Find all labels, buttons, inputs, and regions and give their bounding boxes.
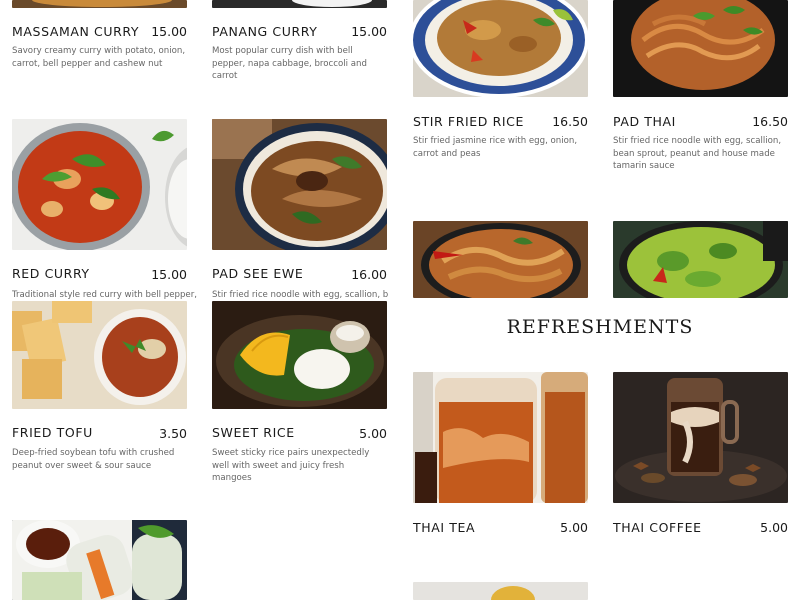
refreshment-photo[interactable] [413, 582, 588, 600]
thai-tea-name: THAI TEA [413, 520, 476, 535]
fried-tofu-price: 3.50 [159, 426, 187, 441]
red-curry-photo[interactable] [12, 119, 187, 250]
panang-curry-photo[interactable] [212, 0, 387, 8]
sweet-rice-price: 5.00 [359, 426, 387, 441]
red-curry-name: RED CURRY [12, 266, 90, 281]
stir-fried-rice-price: 16.50 [552, 114, 588, 129]
thai-coffee-price: 5.00 [760, 520, 788, 535]
pad-thai-name: PAD THAI [613, 114, 676, 129]
massaman-curry-photo[interactable] [12, 0, 187, 8]
fried-tofu-desc: Deep-fried soybean tofu with crushed pea… [12, 448, 175, 471]
red-curry-price: 15.00 [151, 267, 187, 282]
thai-coffee-name: THAI COFFEE [613, 520, 702, 535]
massaman-curry-desc: Savory creamy curry with potato, onion, … [12, 46, 186, 69]
spring-roll-photo[interactable] [12, 520, 187, 600]
thai-tea-price: 5.00 [560, 520, 588, 535]
pad-see-ewe-desc: Stir fried rice noodle with egg, scallio… [212, 290, 388, 300]
pad-thai-photo[interactable] [613, 0, 788, 97]
pad-see-ewe-price: 16.00 [351, 267, 387, 282]
panang-curry-desc: Most popular curry dish with bell pepper… [212, 46, 367, 81]
sweet-rice-name: SWEET RICE [212, 425, 295, 440]
stir-fried-rice-photo[interactable] [413, 0, 588, 97]
sweet-rice-photo[interactable] [212, 301, 387, 409]
panang-curry-name: PANANG CURRY [212, 24, 318, 39]
massaman-curry-price: 15.00 [151, 24, 187, 39]
pad-see-ewe-photo[interactable] [212, 119, 387, 250]
thai-tea-photo[interactable] [413, 372, 588, 503]
panang-curry-price: 15.00 [351, 24, 387, 39]
pad-thai-price: 16.50 [752, 114, 788, 129]
stir-fried-rice-desc: Stir fried jasmine rice with egg, onion,… [413, 136, 578, 159]
green-curry-photo[interactable] [613, 221, 788, 298]
pad-see-ewe-name: PAD SEE EWE [212, 266, 304, 281]
thai-coffee-photo[interactable] [613, 372, 788, 503]
refreshments-heading: REFRESHMENTS [506, 316, 694, 338]
red-curry-desc: Traditional style red curry with bell pe… [12, 290, 197, 300]
stir-fried-rice-name: STIR FRIED RICE [413, 114, 524, 129]
sweet-rice-desc: Sweet sticky rice pairs unexpectedly wel… [212, 448, 370, 483]
stir-fried-noodle-photo[interactable] [413, 221, 588, 298]
fried-tofu-name: FRIED TOFU [12, 425, 93, 440]
pad-thai-desc: Stir fried rice noodle with egg, scallio… [613, 136, 782, 171]
menu-page: MASSAMAN CURRY 15.00 Savory creamy curry… [0, 0, 800, 600]
fried-tofu-photo[interactable] [12, 301, 187, 409]
massaman-curry-name: MASSAMAN CURRY [12, 24, 140, 39]
